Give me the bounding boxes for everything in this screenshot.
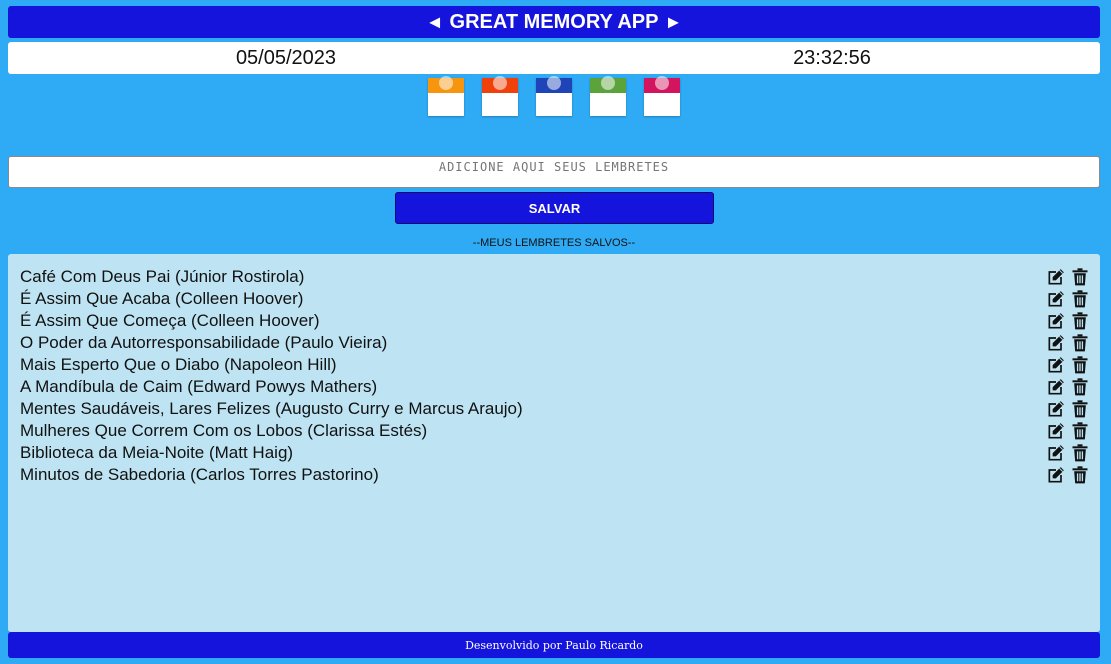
edit-icon[interactable] <box>1046 267 1066 287</box>
trash-icon[interactable] <box>1070 443 1090 463</box>
reminder-text: Mentes Saudáveis, Lares Felizes (Augusto… <box>20 399 523 418</box>
theme-swatch-color <box>536 76 572 93</box>
trash-icon[interactable] <box>1070 267 1090 287</box>
trash-icon[interactable] <box>1070 465 1090 485</box>
footer-credit: Desenvolvido por Paulo Ricardo <box>465 638 643 652</box>
edit-icon[interactable] <box>1046 465 1066 485</box>
theme-swatch-color <box>644 76 680 93</box>
theme-swatch-red[interactable] <box>482 76 518 116</box>
reminder-actions <box>1046 421 1090 441</box>
edit-icon[interactable] <box>1046 355 1066 375</box>
edit-icon[interactable] <box>1046 311 1066 331</box>
footer: Desenvolvido por Paulo Ricardo <box>8 632 1100 658</box>
trash-icon[interactable] <box>1070 399 1090 419</box>
list-item: Mais Esperto Que o Diabo (Napoleon Hill) <box>20 354 1090 376</box>
reminder-actions <box>1046 443 1090 463</box>
reminders-panel: Café Com Deus Pai (Júnior Rostirola) É As… <box>8 254 1100 632</box>
trash-icon[interactable] <box>1070 333 1090 353</box>
reminder-actions <box>1046 267 1090 287</box>
edit-icon[interactable] <box>1046 333 1066 353</box>
reminder-actions <box>1046 377 1090 397</box>
app-header: ◄ GREAT MEMORY APP ► <box>8 6 1100 38</box>
reminder-text: Mulheres Que Correm Com os Lobos (Claris… <box>20 421 428 440</box>
list-item: Mentes Saudáveis, Lares Felizes (Augusto… <box>20 398 1090 420</box>
reminder-text: É Assim Que Acaba (Colleen Hoover) <box>20 289 304 308</box>
list-item: A Mandíbula de Caim (Edward Powys Mather… <box>20 376 1090 398</box>
reminder-actions <box>1046 465 1090 485</box>
trash-icon[interactable] <box>1070 289 1090 309</box>
theme-swatch-green[interactable] <box>590 76 626 116</box>
theme-selector <box>428 76 688 116</box>
trash-icon[interactable] <box>1070 355 1090 375</box>
reminder-text: Minutos de Sabedoria (Carlos Torres Past… <box>20 465 379 484</box>
list-item: Mulheres Que Correm Com os Lobos (Claris… <box>20 420 1090 442</box>
edit-icon[interactable] <box>1046 443 1066 463</box>
trash-icon[interactable] <box>1070 421 1090 441</box>
edit-icon[interactable] <box>1046 399 1066 419</box>
reminder-actions <box>1046 333 1090 353</box>
trash-icon[interactable] <box>1070 311 1090 331</box>
theme-swatch-pink[interactable] <box>644 76 680 116</box>
reminder-text: A Mandíbula de Caim (Edward Powys Mather… <box>20 377 378 396</box>
theme-swatch-blue[interactable] <box>536 76 572 116</box>
list-item: Minutos de Sabedoria (Carlos Torres Past… <box>20 464 1090 486</box>
theme-swatch-dot-icon <box>439 76 453 90</box>
list-item: Café Com Deus Pai (Júnior Rostirola) <box>20 266 1090 288</box>
reminder-text: É Assim Que Começa (Colleen Hoover) <box>20 311 320 330</box>
reminder-actions <box>1046 355 1090 375</box>
edit-icon[interactable] <box>1046 421 1066 441</box>
reminder-input[interactable] <box>8 156 1100 188</box>
theme-swatch-dot-icon <box>655 76 669 90</box>
reminder-actions <box>1046 399 1090 419</box>
reminder-text: Mais Esperto Que o Diabo (Napoleon Hill) <box>20 355 337 374</box>
datetime-bar: 05/05/2023 23:32:56 <box>8 42 1100 74</box>
list-item: O Poder da Autorresponsabilidade (Paulo … <box>20 332 1090 354</box>
theme-swatch-orange[interactable] <box>428 76 464 116</box>
reminder-text: Café Com Deus Pai (Júnior Rostirola) <box>20 267 305 286</box>
list-item: É Assim Que Acaba (Colleen Hoover) <box>20 288 1090 310</box>
theme-swatch-color <box>482 76 518 93</box>
saved-reminders-title: --MEUS LEMBRETES SALVOS-- <box>472 237 636 249</box>
theme-swatch-dot-icon <box>493 76 507 90</box>
theme-swatch-dot-icon <box>601 76 615 90</box>
theme-swatch-color <box>590 76 626 93</box>
next-arrow-icon[interactable]: ► <box>664 12 682 33</box>
reminder-list: Café Com Deus Pai (Júnior Rostirola) É As… <box>20 266 1090 486</box>
save-button[interactable]: SALVAR <box>395 192 714 224</box>
reminder-actions <box>1046 289 1090 309</box>
reminder-text: Biblioteca da Meia-Noite (Matt Haig) <box>20 443 294 462</box>
list-item: Biblioteca da Meia-Noite (Matt Haig) <box>20 442 1090 464</box>
app-title: GREAT MEMORY APP <box>449 10 659 33</box>
reminder-actions <box>1046 311 1090 331</box>
edit-icon[interactable] <box>1046 289 1066 309</box>
list-item: É Assim Que Começa (Colleen Hoover) <box>20 310 1090 332</box>
trash-icon[interactable] <box>1070 377 1090 397</box>
edit-icon[interactable] <box>1046 377 1066 397</box>
prev-arrow-icon[interactable]: ◄ <box>426 12 444 33</box>
current-time: 23:32:56 <box>793 47 871 69</box>
reminder-text: O Poder da Autorresponsabilidade (Paulo … <box>20 333 388 352</box>
theme-swatch-color <box>428 76 464 93</box>
theme-swatch-dot-icon <box>547 76 561 90</box>
current-date: 05/05/2023 <box>235 47 337 69</box>
